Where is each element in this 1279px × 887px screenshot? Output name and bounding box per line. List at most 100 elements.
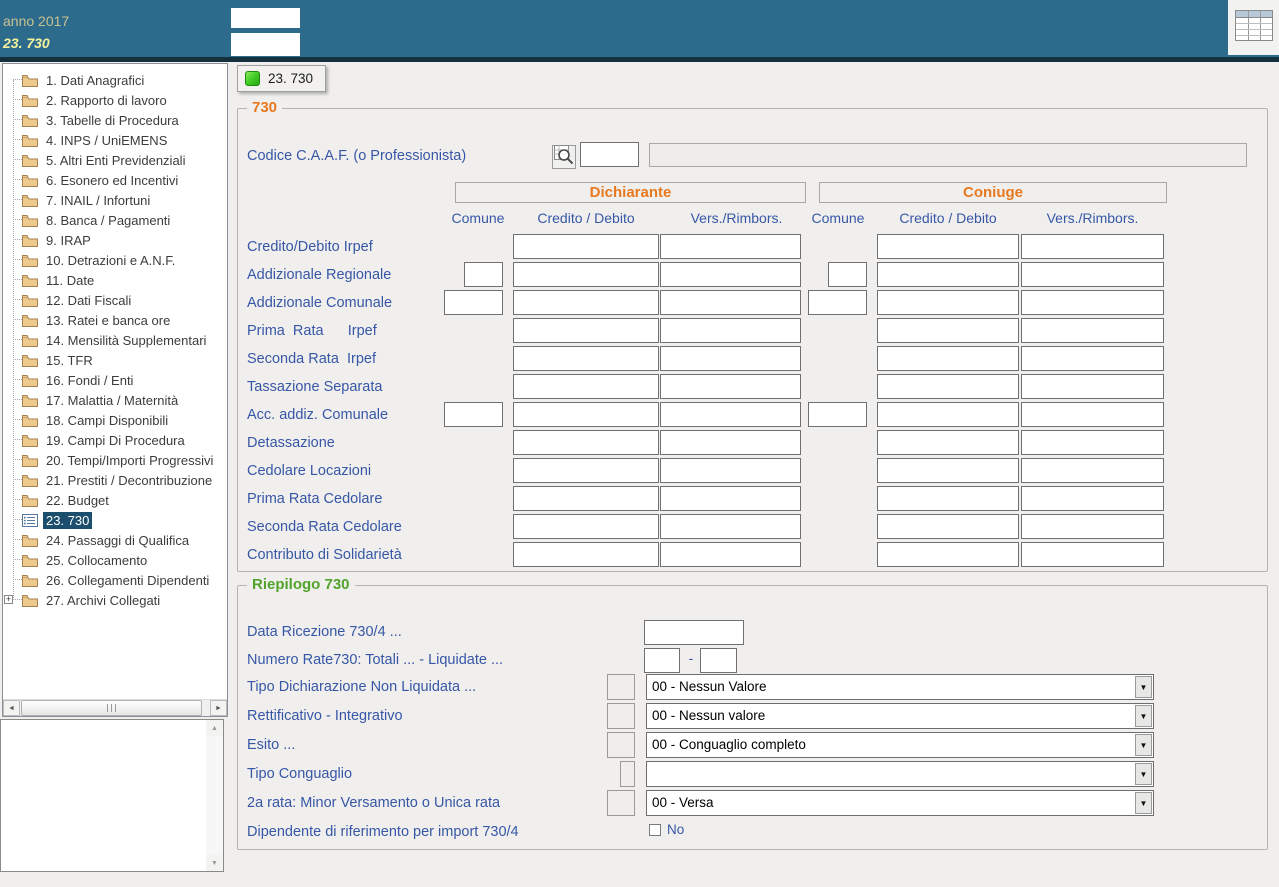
dichiarante-vers-rimbors-contributo-di-solidariet[interactable]: [660, 542, 801, 567]
tipo-dichiarazione-non-liquidata-code-box[interactable]: [607, 674, 635, 700]
tree-item-11-date[interactable]: 11. Date: [3, 270, 227, 290]
caaf-code-input[interactable]: [580, 142, 639, 167]
coniuge-comune-addizionale-comunale[interactable]: [808, 290, 867, 315]
scrollbar-thumb[interactable]: [21, 700, 202, 716]
coniuge-vers-rimbors-acc-addiz-comunale[interactable]: [1021, 402, 1164, 427]
coniuge-credito-debito-prima-rata-irpef[interactable]: [877, 318, 1019, 343]
scroll-right-button[interactable]: ►: [210, 700, 227, 716]
dichiarante-credito-debito-tassazione-separata[interactable]: [513, 374, 659, 399]
dichiarante-credito-debito-prima-rata-irpef[interactable]: [513, 318, 659, 343]
coniuge-credito-debito-prima-rata-cedolare[interactable]: [877, 486, 1019, 511]
tree-item-15-tfr[interactable]: 15. TFR: [3, 350, 227, 370]
tree-item-27-archivi-collegati[interactable]: +27. Archivi Collegati: [3, 590, 227, 610]
tree-item-25-collocamento[interactable]: 25. Collocamento: [3, 550, 227, 570]
dichiarante-credito-debito-credito-debito-irpef[interactable]: [513, 234, 659, 259]
coniuge-vers-rimbors-seconda-rata-irpef[interactable]: [1021, 346, 1164, 371]
seconda-rata-minor-versamento-combo[interactable]: 00 - Versa▼: [646, 790, 1154, 816]
dichiarante-credito-debito-acc-addiz-comunale[interactable]: [513, 402, 659, 427]
caaf-lookup-button[interactable]: [552, 145, 576, 169]
expand-plus-icon[interactable]: +: [4, 595, 13, 604]
tipo-conguaglio-combo[interactable]: ▼: [646, 761, 1154, 787]
tree-item-6-esonero-ed-incentivi[interactable]: 6. Esonero ed Incentivi: [3, 170, 227, 190]
chevron-down-icon[interactable]: ▼: [1135, 763, 1152, 785]
dichiarante-credito-debito-detassazione[interactable]: [513, 430, 659, 455]
scroll-down-button[interactable]: ▼: [206, 855, 223, 871]
dichiarante-credito-debito-seconda-rata-irpef[interactable]: [513, 346, 659, 371]
tree-item-24-passaggi-di-qualifica[interactable]: 24. Passaggi di Qualifica: [3, 530, 227, 550]
tree-item-7-inail-infortuni[interactable]: 7. INAIL / Infortuni: [3, 190, 227, 210]
coniuge-credito-debito-credito-debito-irpef[interactable]: [877, 234, 1019, 259]
coniuge-credito-debito-seconda-rata-cedolare[interactable]: [877, 514, 1019, 539]
dichiarante-vers-rimbors-tassazione-separata[interactable]: [660, 374, 801, 399]
dichiarante-vers-rimbors-seconda-rata-cedolare[interactable]: [660, 514, 801, 539]
tree-item-18-campi-disponibili[interactable]: 18. Campi Disponibili: [3, 410, 227, 430]
tree-item-4-inps-uniemens[interactable]: 4. INPS / UniEMENS: [3, 130, 227, 150]
esito-combo[interactable]: 00 - Conguaglio completo▼: [646, 732, 1154, 758]
coniuge-vers-rimbors-prima-rata-irpef[interactable]: [1021, 318, 1164, 343]
coniuge-comune-acc-addiz-comunale[interactable]: [808, 402, 867, 427]
dichiarante-credito-debito-seconda-rata-cedolare[interactable]: [513, 514, 659, 539]
coniuge-vers-rimbors-detassazione[interactable]: [1021, 430, 1164, 455]
esito-code-box[interactable]: [607, 732, 635, 758]
chevron-down-icon[interactable]: ▼: [1135, 792, 1152, 814]
chevron-down-icon[interactable]: ▼: [1135, 676, 1152, 698]
coniuge-credito-debito-contributo-di-solidariet[interactable]: [877, 542, 1019, 567]
tree-item-26-collegamenti-dipendenti[interactable]: 26. Collegamenti Dipendenti: [3, 570, 227, 590]
chevron-down-icon[interactable]: ▼: [1135, 734, 1152, 756]
coniuge-vers-rimbors-seconda-rata-cedolare[interactable]: [1021, 514, 1164, 539]
rettificativo-integrativo-code-box[interactable]: [607, 703, 635, 729]
dichiarante-credito-debito-contributo-di-solidariet[interactable]: [513, 542, 659, 567]
tree-item-20-tempi-importi-progressivi[interactable]: 20. Tempi/Importi Progressivi: [3, 450, 227, 470]
coniuge-vers-rimbors-cedolare-locazioni[interactable]: [1021, 458, 1164, 483]
coniuge-vers-rimbors-addizionale-regionale[interactable]: [1021, 262, 1164, 287]
tree-item-23-730[interactable]: 23. 730: [3, 510, 227, 530]
tipo-conguaglio-code-box[interactable]: [620, 761, 635, 787]
dichiarante-vers-rimbors-detassazione[interactable]: [660, 430, 801, 455]
tree-item-19-campi-di-procedura[interactable]: 19. Campi Di Procedura: [3, 430, 227, 450]
dichiarante-vers-rimbors-credito-debito-irpef[interactable]: [660, 234, 801, 259]
tree-item-21-prestiti-decontribuzione[interactable]: 21. Prestiti / Decontribuzione: [3, 470, 227, 490]
tree-item-13-ratei-e-banca-ore[interactable]: 13. Ratei e banca ore: [3, 310, 227, 330]
coniuge-credito-debito-detassazione[interactable]: [877, 430, 1019, 455]
seconda-rata-minor-versamento-code-box[interactable]: [607, 790, 635, 816]
coniuge-credito-debito-cedolare-locazioni[interactable]: [877, 458, 1019, 483]
numero-rate-730-totali-input[interactable]: [644, 648, 680, 673]
coniuge-credito-debito-addizionale-regionale[interactable]: [877, 262, 1019, 287]
tree-item-5-altri-enti-previdenziali[interactable]: 5. Altri Enti Previdenziali: [3, 150, 227, 170]
coniuge-vers-rimbors-credito-debito-irpef[interactable]: [1021, 234, 1164, 259]
tree-item-9-irap[interactable]: 9. IRAP: [3, 230, 227, 250]
tree-item-1-dati-anagrafici[interactable]: 1. Dati Anagrafici: [3, 70, 227, 90]
dichiarante-comune-addizionale-comunale[interactable]: [444, 290, 503, 315]
dichiarante-credito-debito-addizionale-regionale[interactable]: [513, 262, 659, 287]
dichiarante-vers-rimbors-addizionale-comunale[interactable]: [660, 290, 801, 315]
coniuge-vers-rimbors-addizionale-comunale[interactable]: [1021, 290, 1164, 315]
dichiarante-vers-rimbors-prima-rata-irpef[interactable]: [660, 318, 801, 343]
tree-item-16-fondi-enti[interactable]: 16. Fondi / Enti: [3, 370, 227, 390]
coniuge-vers-rimbors-prima-rata-cedolare[interactable]: [1021, 486, 1164, 511]
tree-item-2-rapporto-di-lavoro[interactable]: 2. Rapporto di lavoro: [3, 90, 227, 110]
scroll-up-button[interactable]: ▲: [206, 720, 223, 736]
dichiarante-vers-rimbors-cedolare-locazioni[interactable]: [660, 458, 801, 483]
tab-730[interactable]: 23. 730: [237, 65, 326, 92]
dichiarante-comune-addizionale-regionale[interactable]: [464, 262, 503, 287]
coniuge-credito-debito-tassazione-separata[interactable]: [877, 374, 1019, 399]
coniuge-vers-rimbors-contributo-di-solidariet[interactable]: [1021, 542, 1164, 567]
coniuge-credito-debito-seconda-rata-irpef[interactable]: [877, 346, 1019, 371]
coniuge-comune-addizionale-regionale[interactable]: [828, 262, 867, 287]
coniuge-vers-rimbors-tassazione-separata[interactable]: [1021, 374, 1164, 399]
dichiarante-credito-debito-cedolare-locazioni[interactable]: [513, 458, 659, 483]
dichiarante-comune-acc-addiz-comunale[interactable]: [444, 402, 503, 427]
data-ricezione-730-4-input[interactable]: [644, 620, 744, 645]
coniuge-credito-debito-addizionale-comunale[interactable]: [877, 290, 1019, 315]
coniuge-credito-debito-acc-addiz-comunale[interactable]: [877, 402, 1019, 427]
tree-item-14-mensilit-supplementari[interactable]: 14. Mensilità Supplementari: [3, 330, 227, 350]
dichiarante-vers-rimbors-acc-addiz-comunale[interactable]: [660, 402, 801, 427]
header-field-2[interactable]: [231, 33, 300, 56]
tree-item-3-tabelle-di-procedura[interactable]: 3. Tabelle di Procedura: [3, 110, 227, 130]
notes-vertical-scrollbar[interactable]: ▲ ▼: [206, 720, 223, 871]
notes-panel[interactable]: ▲ ▼: [0, 719, 224, 872]
tree-item-22-budget[interactable]: 22. Budget: [3, 490, 227, 510]
numero-rate-730-liquidate-input[interactable]: [700, 648, 737, 673]
chevron-down-icon[interactable]: ▼: [1135, 705, 1152, 727]
header-field-1[interactable]: [231, 8, 300, 28]
